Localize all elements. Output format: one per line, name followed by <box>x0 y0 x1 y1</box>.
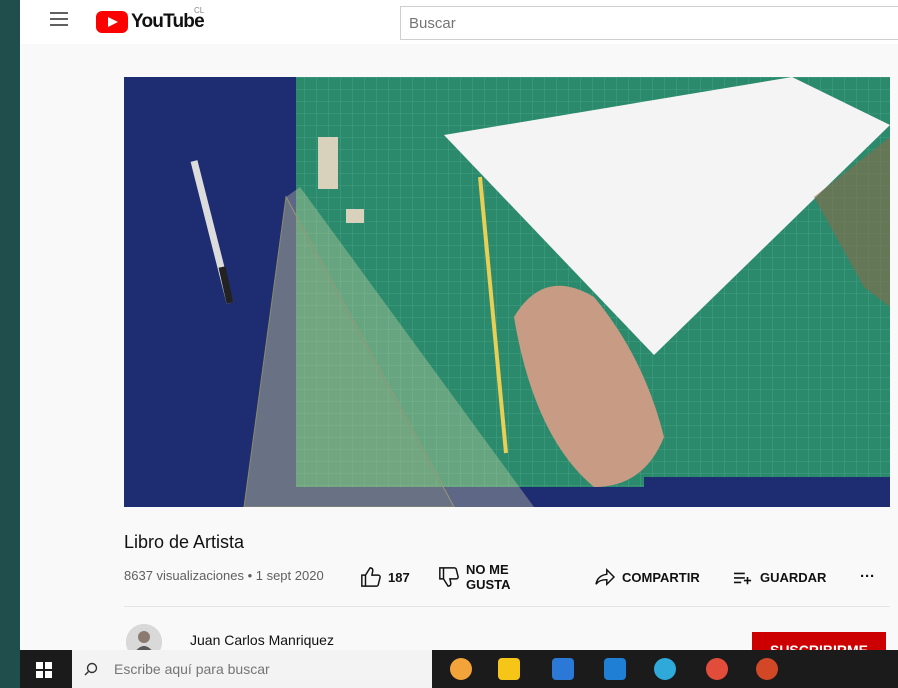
edge-icon[interactable] <box>654 658 676 680</box>
vlc-icon[interactable] <box>450 658 472 680</box>
country-code: CL <box>194 6 205 15</box>
youtube-logo[interactable]: YouTube <box>96 10 205 34</box>
youtube-play-icon <box>96 11 128 33</box>
dislike-button[interactable]: NO ME GUSTA <box>438 562 511 592</box>
powerpoint-icon[interactable] <box>756 658 778 680</box>
video-title: Libro de Artista <box>124 532 245 552</box>
taskbar-search-input[interactable] <box>72 650 432 688</box>
menu-icon[interactable] <box>50 12 68 26</box>
avatar-image <box>126 624 162 650</box>
share-button[interactable]: COMPARTIR <box>594 568 700 586</box>
like-count: 187 <box>388 569 410 585</box>
more-actions-button[interactable]: ··· <box>860 568 875 585</box>
save-label: GUARDAR <box>760 569 827 585</box>
channel-name[interactable]: Juan Carlos Manriquez <box>190 632 334 648</box>
like-button[interactable]: 187 <box>360 566 410 588</box>
video-views-date: 8637 visualizaciones • 1 sept 2020 <box>124 568 324 583</box>
save-button[interactable]: GUARDAR <box>732 568 826 586</box>
windows-start-icon[interactable] <box>36 662 52 678</box>
more-icon: ··· <box>860 568 875 585</box>
subscribe-button[interactable]: SUSCRIBIRME <box>752 632 886 650</box>
share-label: COMPARTIR <box>622 569 700 585</box>
video-frame <box>124 77 890 507</box>
dislike-label-line2: GUSTA <box>466 577 511 592</box>
youtube-header: YouTube CL <box>20 0 898 44</box>
youtube-logo-text: YouTube <box>131 11 205 32</box>
thumbs-up-icon <box>361 567 381 587</box>
divider <box>124 606 890 607</box>
video-player[interactable] <box>124 77 890 507</box>
channel-avatar[interactable] <box>126 624 162 650</box>
dislike-label-line1: NO ME <box>466 562 509 577</box>
windows-taskbar <box>20 650 898 688</box>
store-icon[interactable] <box>552 658 574 680</box>
share-icon <box>595 568 616 586</box>
chrome-icon[interactable] <box>706 658 728 680</box>
thumbs-down-icon <box>439 567 459 587</box>
file-explorer-icon[interactable] <box>498 658 520 680</box>
playlist-add-icon <box>734 572 752 585</box>
search-input[interactable] <box>400 6 898 40</box>
search-icon <box>84 662 98 676</box>
browser-window: YouTube CL Libro de Ar <box>20 0 898 650</box>
mail-icon[interactable] <box>604 658 626 680</box>
